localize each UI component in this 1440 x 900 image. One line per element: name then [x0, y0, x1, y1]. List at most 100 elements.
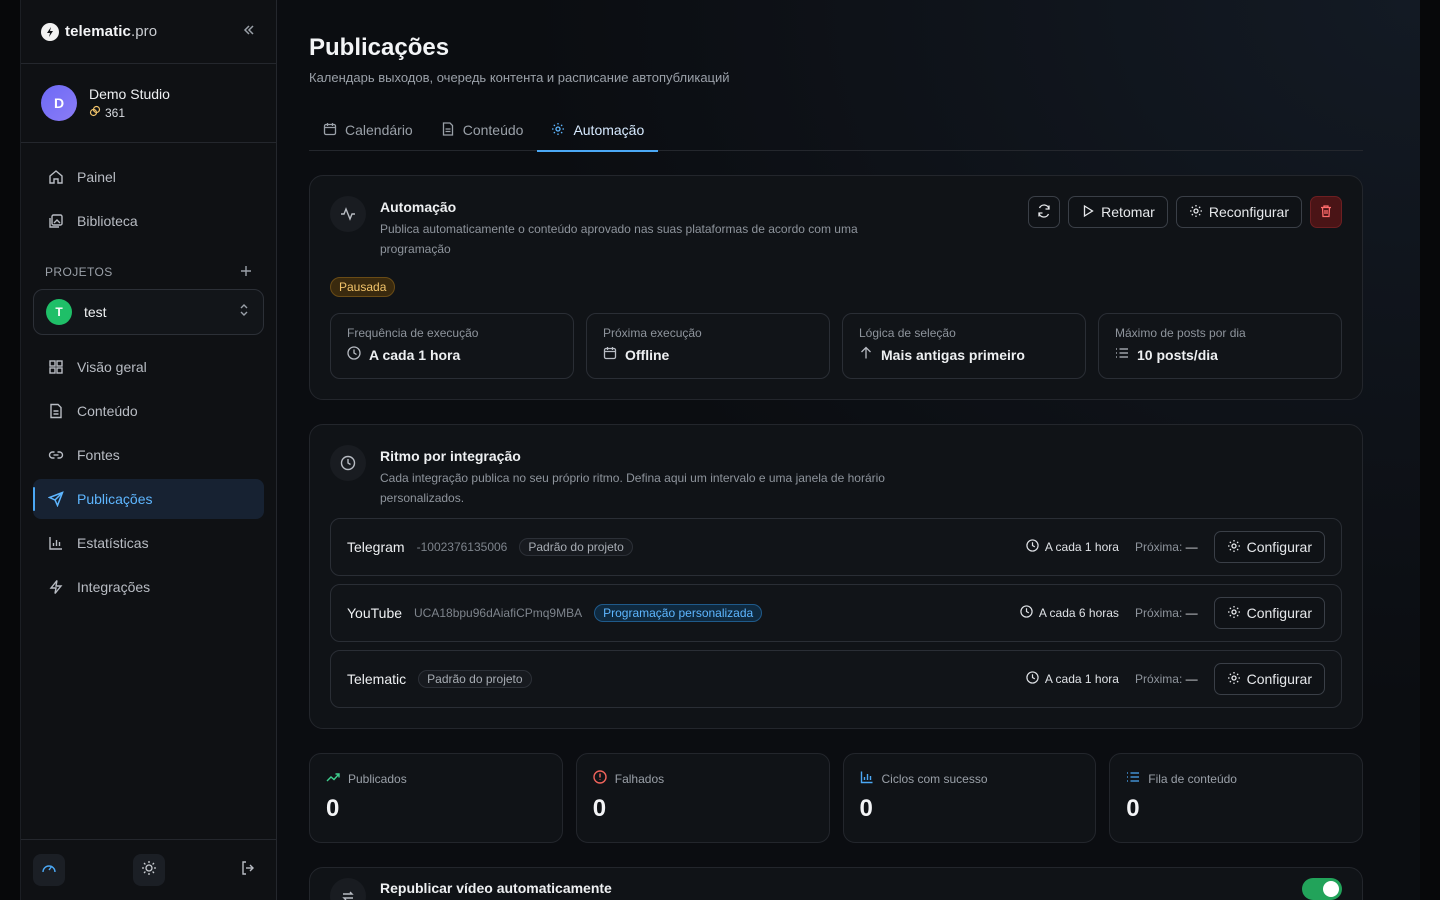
- nav-item-label: Painel: [77, 169, 116, 185]
- link-icon: [47, 446, 65, 464]
- logout-button[interactable]: [232, 854, 264, 886]
- page-title: Publicações: [309, 34, 450, 61]
- rhythm-title: Ritmo por integração: [380, 448, 521, 464]
- stat-next-run: Próxima execução Offline: [586, 313, 830, 379]
- clock-icon: [1026, 671, 1039, 687]
- sidebar-footer: [21, 839, 276, 900]
- integration-row-telegram: Telegram -1002376135006 Padrão do projet…: [330, 518, 1342, 576]
- calendar-icon: [323, 122, 337, 139]
- metric-value: 0: [859, 795, 873, 822]
- project-selector[interactable]: T test: [33, 289, 264, 335]
- brand-name: telematic.pro: [65, 23, 158, 40]
- theme-toggle-button[interactable]: [132, 854, 165, 886]
- gear-icon: [1227, 605, 1241, 622]
- window-edge-left: [0, 0, 20, 900]
- telematic-logo-icon: [41, 22, 59, 41]
- reconfigure-button[interactable]: Reconfigurar: [1175, 196, 1302, 228]
- tab-calendario[interactable]: Calendário: [309, 109, 427, 151]
- clock-icon: [330, 445, 366, 481]
- tab-automacao[interactable]: Automação: [537, 109, 659, 152]
- nav-item-label: Biblioteca: [77, 213, 138, 229]
- resume-button[interactable]: Retomar: [1068, 196, 1168, 228]
- main-nav: Painel Biblioteca: [21, 143, 276, 241]
- stat-max-posts: Máximo de posts por dia 10 posts/dia: [1098, 313, 1342, 379]
- integration-row-telematic: Telematic Padrão do projeto A cada 1 hor…: [330, 650, 1342, 708]
- project-avatar: T: [46, 299, 72, 325]
- nav-item-fontes[interactable]: Fontes: [33, 435, 264, 475]
- republish-card: Republicar vídeo automaticamente: [309, 867, 1363, 900]
- configure-button[interactable]: Configurar: [1213, 663, 1325, 695]
- projects-section-header: PROJETOS: [21, 255, 276, 289]
- list-icon: [1115, 346, 1129, 363]
- sun-icon: [141, 860, 157, 881]
- document-icon: [441, 121, 455, 139]
- nav-item-label: Fontes: [77, 447, 120, 463]
- nav-item-estatisticas[interactable]: Estatísticas: [33, 523, 264, 563]
- grid-icon: [47, 358, 65, 376]
- nav-item-label: Publicações: [77, 491, 153, 507]
- projects-label: PROJETOS: [45, 265, 113, 279]
- configure-button[interactable]: Configurar: [1213, 531, 1325, 563]
- metric-published: Publicados 0: [309, 753, 563, 843]
- bolt-icon: [47, 578, 65, 596]
- integration-frequency: A cada 6 horas: [1020, 605, 1119, 621]
- integration-name: YouTube: [347, 605, 403, 621]
- brand-logo-link[interactable]: telematic.pro: [41, 22, 158, 41]
- account-switcher[interactable]: D Demo Studio 361: [21, 64, 276, 143]
- metric-content-queue: Fila de conteúdo 0: [1109, 753, 1363, 843]
- rhythm-description: Cada integração publica no seu próprio r…: [380, 471, 885, 505]
- automation-description: Publica automaticamente o conteúdo aprov…: [380, 222, 858, 256]
- republish-toggle[interactable]: [1302, 878, 1342, 900]
- account-credits: 361: [89, 105, 170, 120]
- brand-bar: telematic.pro: [21, 0, 276, 64]
- integration-frequency: A cada 1 hora: [1026, 671, 1119, 687]
- list-icon: [1126, 770, 1140, 787]
- nav-item-label: Conteúdo: [77, 403, 138, 419]
- refresh-button[interactable]: [1028, 196, 1061, 228]
- status-badge: Pausada: [330, 277, 396, 297]
- nav-item-biblioteca[interactable]: Biblioteca: [33, 201, 264, 241]
- delete-button[interactable]: [1310, 196, 1342, 228]
- metrics-row: Publicados 0 Falhados 0 Ciclos com suces…: [309, 753, 1363, 843]
- nav-item-conteudo[interactable]: Conteúdo: [33, 391, 264, 431]
- page-subtitle: Календарь выходов, очередь контента и ра…: [309, 70, 730, 85]
- bar-chart-icon: [860, 770, 874, 787]
- project-name: test: [84, 304, 107, 320]
- automation-card: Automação Publica automaticamente o cont…: [309, 175, 1363, 400]
- sidebar: telematic.pro D Demo Studio 361 Painel B…: [20, 0, 277, 900]
- integration-next: Próxima: —: [1134, 606, 1198, 620]
- send-icon: [47, 490, 65, 508]
- tab-bar: Calendário Conteúdo Automação: [309, 109, 1363, 152]
- integration-name: Telegram: [347, 539, 405, 555]
- document-icon: [47, 402, 65, 420]
- window-edge-right: [1420, 0, 1440, 900]
- rhythm-card: Ritmo por integração Cada integração pub…: [309, 424, 1363, 729]
- nav-item-publicacoes[interactable]: Publicações: [33, 479, 264, 519]
- tab-conteudo[interactable]: Conteúdo: [427, 109, 538, 151]
- stat-selection-logic: Lógica de seleção Mais antigas primeiro: [842, 313, 1086, 379]
- metric-failed: Falhados 0: [575, 753, 830, 843]
- account-name: Demo Studio: [89, 86, 170, 102]
- nav-item-label: Estatísticas: [77, 535, 149, 551]
- alert-circle-icon: [593, 770, 607, 787]
- bar-chart-icon: [47, 534, 65, 552]
- project-nav: Visão geral Conteúdo Fontes Publicações …: [21, 343, 276, 607]
- refresh-icon: [1037, 203, 1051, 221]
- nav-item-painel[interactable]: Painel: [33, 157, 264, 197]
- nav-item-integracoes[interactable]: Integrações: [33, 567, 264, 607]
- add-project-icon[interactable]: [240, 265, 252, 280]
- metric-value: 0: [1126, 795, 1140, 822]
- nav-item-label: Integrações: [77, 579, 151, 595]
- collapse-sidebar-icon[interactable]: [242, 23, 256, 40]
- trash-icon: [1319, 204, 1333, 221]
- nav-item-visao-geral[interactable]: Visão geral: [33, 347, 264, 387]
- speedometer-button[interactable]: [33, 854, 65, 886]
- configure-button[interactable]: Configurar: [1213, 597, 1325, 629]
- arrow-up-icon: [859, 346, 873, 363]
- schedule-pill: Padrão do projeto: [418, 670, 532, 688]
- main-content: Publicações Календарь выходов, очередь к…: [277, 0, 1420, 900]
- gear-icon: [1189, 204, 1203, 221]
- integration-id: -1002376135006: [416, 540, 508, 554]
- automation-stats: Frequência de execução A cada 1 hora Pró…: [330, 313, 1342, 379]
- logout-icon: [240, 860, 256, 881]
